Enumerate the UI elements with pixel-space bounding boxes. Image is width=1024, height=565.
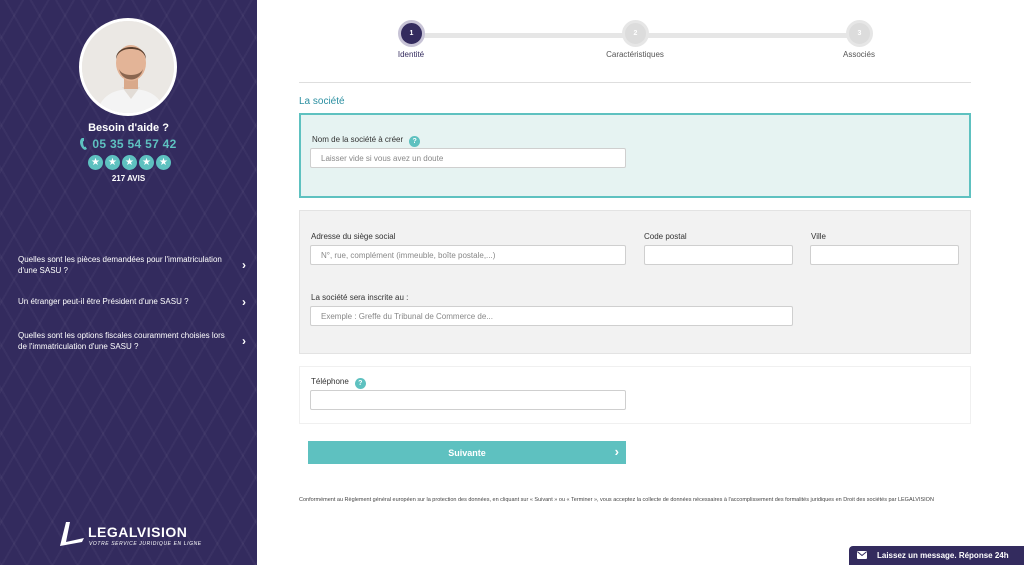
company-name-input[interactable] [310,148,626,168]
company-name-label: Nom de la société à créer? [312,135,421,147]
faq-question: Quelles sont les pièces demandées pour l… [18,255,222,275]
logo-icon [60,522,84,546]
phone-panel: Téléphone? [299,366,971,424]
rating-stars: ★ ★ ★ ★ ★ [88,155,171,170]
rating-count: 217 AVIS [111,174,146,183]
phone-number[interactable]: 05 35 54 57 42 [0,137,257,151]
step-connector [648,33,858,38]
star-icon: ★ [122,155,137,170]
address-input[interactable] [310,245,626,265]
header-divider [299,82,971,83]
star-icon: ★ [139,155,154,170]
faq-item[interactable]: Quelles sont les options fiscales couram… [18,330,248,352]
chevron-right-icon: › [242,294,246,309]
star-icon: ★ [88,155,103,170]
step-3-indicator[interactable]: 3 [846,20,873,47]
legalvision-logo[interactable]: LEGALVISION VOTRE SERVICE JURIDIQUE EN L… [58,520,208,550]
postal-code-label: Code postal [644,232,687,241]
help-icon[interactable]: ? [409,136,421,147]
star-icon: ★ [105,155,120,170]
faq-question: Quelles sont les options fiscales couram… [18,331,225,351]
section-title: La société [299,96,345,107]
mail-icon [857,551,867,559]
address-label: Adresse du siège social [311,232,396,241]
legal-notice: Conformément au Règlement général europé… [299,497,934,503]
phone-label-text: Téléphone [311,377,349,386]
next-button-label: Suivante [448,447,486,458]
chevron-right-icon: › [614,444,619,459]
logo-text: LEGALVISION [88,524,188,540]
postal-code-input[interactable] [644,245,793,265]
phone-input[interactable] [310,390,626,410]
step-2-indicator[interactable]: 2 [622,20,649,47]
advisor-avatar [79,18,177,116]
help-icon[interactable]: ? [354,378,366,389]
phone-label: Téléphone? [311,377,366,389]
step-1-indicator[interactable]: 1 [398,20,425,47]
chat-message-button[interactable]: Laissez un message. Réponse 24h [849,546,1024,565]
chevron-right-icon: › [242,334,246,348]
phone-icon [80,138,88,150]
faq-item[interactable]: Quelles sont les pièces demandées pour l… [18,254,248,276]
city-label: Ville [811,232,826,241]
chat-label: Laissez un message. Réponse 24h [877,551,1009,560]
registry-input[interactable] [310,306,793,326]
step-connector [424,33,634,38]
company-name-label-text: Nom de la société à créer [312,135,404,144]
faq-question: Un étranger peut-il être Président d'une… [18,297,189,306]
address-panel: Adresse du siège social Code postal Vill… [299,210,971,354]
faq-item[interactable]: Un étranger peut-il être Président d'une… [18,294,248,309]
phone-number-text: 05 35 54 57 42 [92,137,177,151]
city-input[interactable] [810,245,959,265]
advisor-photo-icon [82,21,174,113]
step-3-label: Associés [842,50,875,59]
help-title: Besoin d'aide ? [88,122,169,134]
sidebar: Besoin d'aide ? 05 35 54 57 42 ★ ★ ★ ★ ★… [0,0,257,565]
star-icon: ★ [156,155,171,170]
step-1-label: Identité [397,50,425,59]
next-button[interactable]: Suivante › [308,441,626,464]
step-2-label: Caractéristiques [606,50,664,59]
company-name-panel: Nom de la société à créer? [299,113,971,198]
registry-label: La société sera inscrite au : [311,293,409,302]
logo-tagline: VOTRE SERVICE JURIDIQUE EN LIGNE [89,541,202,547]
chevron-right-icon: › [242,258,246,272]
